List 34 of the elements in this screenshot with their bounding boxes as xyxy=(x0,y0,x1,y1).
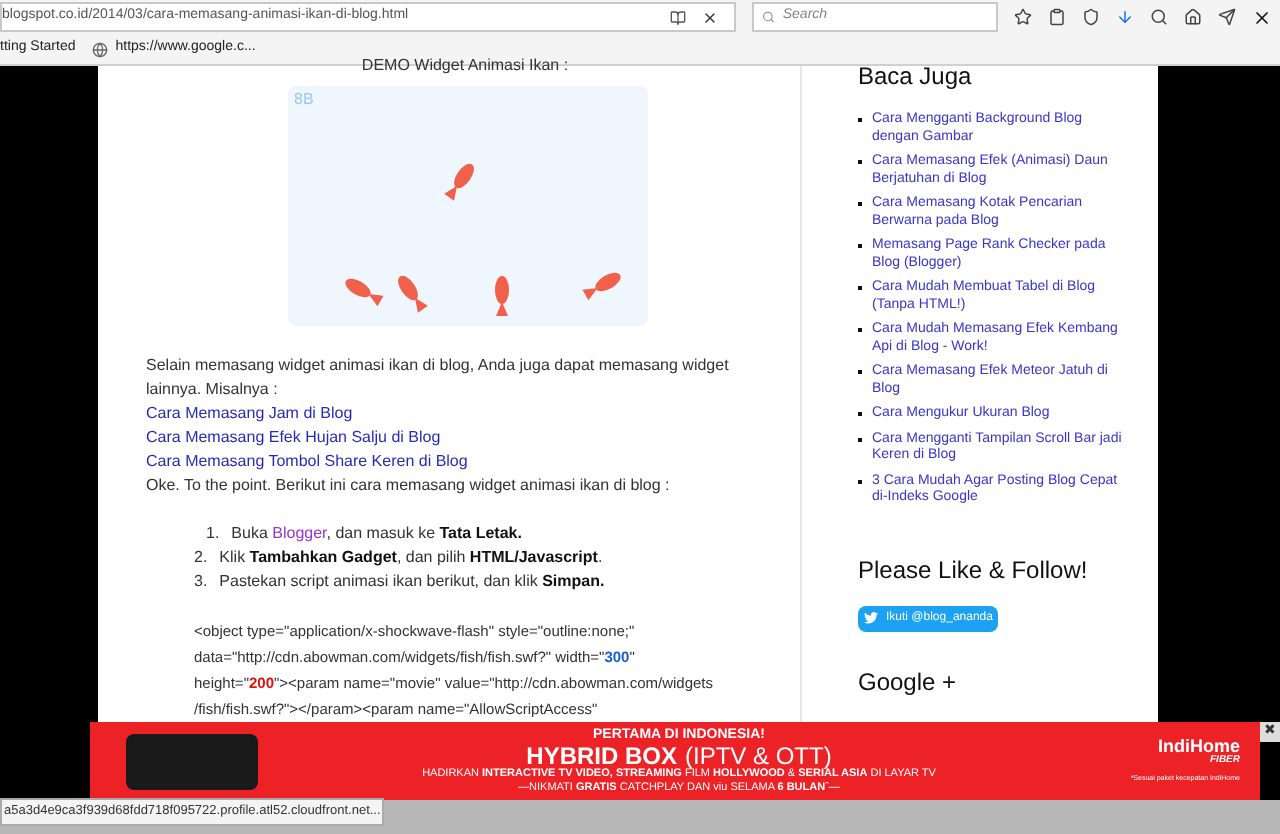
home-icon[interactable] xyxy=(1184,8,1202,26)
intro-text: Selain memasang widget animasi ikan di blog, Anda juga dapat memasang widget lainnya. Misalnya : xyxy=(146,354,731,402)
star-icon[interactable] xyxy=(1014,8,1032,26)
search-icon[interactable] xyxy=(1150,8,1168,26)
download-icon[interactable] xyxy=(1116,8,1134,26)
step-number: 2. xyxy=(194,546,208,570)
close-icon[interactable] xyxy=(702,9,718,25)
step-text: Klik Tambahkan Gadget, dan pilih HTML/Javascript. xyxy=(219,546,603,570)
device-photo-placeholder xyxy=(126,733,258,789)
article-link[interactable]: Cara Memasang Jam di Blog xyxy=(146,402,353,426)
step-number: 1. xyxy=(206,522,220,546)
ad-banner[interactable] xyxy=(90,722,1260,800)
step-text: Pastekan script animasi ikan berikut, dan klik Simpan. xyxy=(219,570,605,594)
send-icon[interactable] xyxy=(1218,8,1236,26)
lead-text: Oke. To the point. Berikut ini cara memasang widget animasi ikan di blog : xyxy=(146,474,672,498)
ad-title: HYBRID BOX xyxy=(526,742,677,770)
sidebar-heading: Please Like & Follow! xyxy=(858,553,1090,587)
globe-icon xyxy=(91,41,108,57)
search-icon xyxy=(762,10,775,24)
step-number: 3. xyxy=(194,570,208,594)
demo-logo: 8B xyxy=(294,88,314,112)
demo-caption: DEMO Widget Animasi Ikan : xyxy=(361,54,569,78)
bird-icon xyxy=(864,612,878,624)
x-icon[interactable] xyxy=(1252,7,1272,27)
step-text: Buka Blogger, dan masuk ke Tata Letak. xyxy=(231,522,522,546)
clipboard-icon[interactable] xyxy=(1048,8,1066,26)
shield-icon[interactable] xyxy=(1082,8,1100,26)
sidebar-heading: Google + xyxy=(858,665,959,699)
article-link[interactable]: Cara Memasang Tombol Share Keren di Blog xyxy=(146,450,468,474)
ad-brand: IndiHome xyxy=(1157,738,1240,757)
article-link[interactable]: Cara Memasang Efek Hujan Salju di Blog xyxy=(146,426,441,450)
ad-title-suffix: (IPTV & OTT) xyxy=(685,742,832,770)
reader-icon[interactable] xyxy=(670,9,686,25)
sidebar-heading: Baca Juga xyxy=(858,60,974,94)
